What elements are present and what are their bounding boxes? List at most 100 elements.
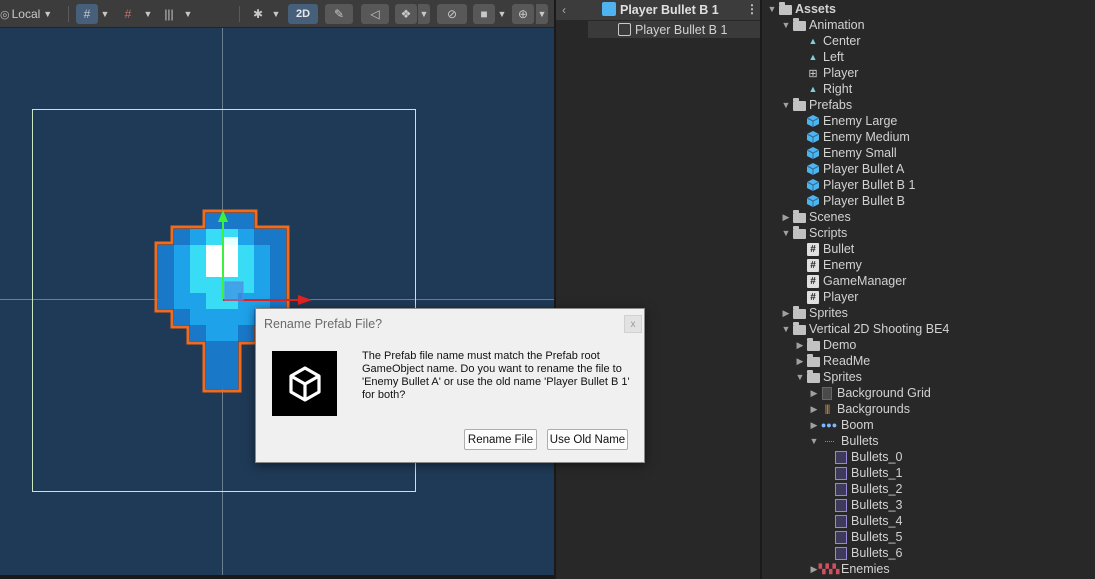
collapse-arrow-icon[interactable]: ▶ [794,340,806,351]
project-item[interactable]: ▼ ····· Bullets [808,433,879,449]
project-item[interactable]: Enemy Large [794,113,897,129]
project-item-label: Bullets_5 [851,530,903,544]
rename-prefab-dialog: Rename Prefab File? x The Prefab file na… [255,308,645,463]
light-bulb-icon: ✎ [333,7,345,21]
chevron-down-icon: ▼ [100,9,110,19]
project-item[interactable]: Bullets_6 [822,545,902,561]
more-menu-icon[interactable]: ⋮ [746,2,758,16]
project-item[interactable]: Enemy Medium [794,129,910,145]
pivot-rotation-label: Local [11,7,41,21]
project-item[interactable]: Bullets_5 [822,529,902,545]
expand-arrow-icon[interactable]: ▼ [780,324,792,334]
effects-dropdown[interactable]: ▼ [418,4,430,24]
project-item[interactable]: Enemy Small [794,145,897,161]
grid-snapping-dropdown[interactable]: ▼ [99,4,111,24]
snap-increment-icon: # [124,7,132,21]
project-item[interactable]: ▼ Assets [766,1,836,17]
gizmos-button[interactable]: ⊕ [512,4,534,24]
project-item[interactable]: ▶ Background Grid [808,385,931,401]
sprite-icon [834,498,848,512]
collapse-arrow-icon[interactable]: ▶ [808,404,820,415]
project-item[interactable]: Bullets_3 [822,497,902,513]
project-item[interactable]: Player Bullet B [794,193,905,209]
draw-mode-button[interactable]: ✱ [247,4,269,24]
collapse-arrow-icon[interactable]: ▶ [780,308,792,319]
project-item[interactable]: ▼ Vertical 2D Shooting BE4 [780,321,949,337]
project-item[interactable]: Player Bullet B 1 [794,177,915,193]
project-item[interactable]: ▶ ▚▚▚ Enemies [808,561,890,577]
hierarchy-root-item[interactable]: Player Bullet B 1 [588,21,760,38]
project-item[interactable]: Bullets_4 [822,513,902,529]
scene-visibility-toggle[interactable]: ⊘ [437,4,467,24]
expand-arrow-icon[interactable]: ▼ [780,228,792,238]
csharp-script-icon: # [806,274,820,288]
prefab-icon [806,162,820,176]
expand-arrow-icon[interactable]: ▼ [794,372,806,382]
expand-arrow-icon[interactable]: ▼ [808,436,820,446]
camera-icon: ■ [480,7,488,21]
project-item-label: Enemies [841,562,890,576]
collapse-arrow-icon[interactable]: ▶ [794,356,806,367]
grid-snapping-button[interactable]: # [76,4,98,24]
project-item[interactable]: ▶ ●●● Boom [808,417,874,433]
pivot-rotation-dropdown[interactable]: ◎ Local ▼ [0,4,56,24]
project-item[interactable]: Bullets_0 [822,449,902,465]
project-item[interactable]: ▶ Scenes [780,209,851,225]
close-button[interactable]: x [624,315,642,333]
increment-snap-dropdown[interactable]: ▼ [142,4,154,24]
animation-clip-icon: ▲ [808,52,818,62]
project-item[interactable]: ▲ Center [794,33,861,49]
camera-settings-dropdown[interactable]: ▼ [496,4,508,24]
dialog-title: Rename Prefab File? [264,317,383,331]
project-item-label: Player Bullet B [823,194,905,208]
use-old-name-button[interactable]: Use Old Name [547,429,628,450]
project-item-label: Boom [841,418,874,432]
lighting-toggle[interactable]: ✎ [325,4,353,24]
project-item[interactable]: ▲ Left [794,49,844,65]
camera-settings-button[interactable]: ■ [473,4,495,24]
project-item[interactable]: Bullets_1 [822,465,902,481]
gizmos-dropdown[interactable]: ▼ [536,4,548,24]
audio-toggle[interactable]: ◁ [361,4,389,24]
collapse-arrow-icon[interactable]: ▶ [780,212,792,223]
audio-mute-icon: ◁ [370,7,380,21]
expand-arrow-icon[interactable]: ▼ [780,100,792,110]
2d-mode-toggle[interactable]: 2D [288,4,318,24]
sprite-icon [834,514,848,528]
expand-arrow-icon[interactable]: ▼ [766,4,778,14]
project-item[interactable]: Bullets_2 [822,481,902,497]
increment-snap-button[interactable]: # [117,4,139,24]
project-item[interactable]: ▶ Demo [794,337,856,353]
draw-mode-dropdown[interactable]: ▼ [270,4,282,24]
project-item[interactable]: ▲ Right [794,81,853,97]
project-item[interactable]: # Bullet [794,241,854,257]
project-item[interactable]: ▶ Sprites [780,305,848,321]
project-item[interactable]: Player Bullet A [794,161,904,177]
expand-arrow-icon[interactable]: ▼ [780,20,792,30]
project-item[interactable]: # Player [794,289,858,305]
grid-visibility-button[interactable]: ||| [158,4,180,24]
project-item[interactable]: ▶ ||| Backgrounds [808,401,910,417]
project-item[interactable]: ▼ Scripts [780,225,847,241]
project-item[interactable]: ⊞ Player [794,65,858,81]
scene-view[interactable]: ◎ Local ▼ # ▼ # ▼ ||| ▼ ✱ ▼ 2D ✎ ◁ ❖ ▼ ⊘… [0,0,554,579]
project-item[interactable]: # GameManager [794,273,906,289]
rename-file-button[interactable]: Rename File [464,429,537,450]
project-item-label: Vertical 2D Shooting BE4 [809,322,950,336]
project-item-label: Bullets_3 [851,498,903,512]
animation-clip-icon: ▲ [808,84,818,94]
project-item[interactable]: ▼ Prefabs [780,97,852,113]
project-item[interactable]: # Enemy [794,257,862,273]
grid-visibility-dropdown[interactable]: ▼ [182,4,194,24]
project-item[interactable]: ▼ Sprites [794,369,862,385]
project-item[interactable]: ▶ ReadMe [794,353,870,369]
chevron-down-icon: ▼ [43,9,53,19]
project-item[interactable]: ▼ Animation [780,17,865,33]
move-gizmo[interactable] [212,208,322,308]
effects-toggle[interactable]: ❖ [395,4,417,24]
collapse-arrow-icon[interactable]: ▶ [808,420,820,431]
back-arrow-icon[interactable]: ‹ [562,3,566,17]
collapse-arrow-icon[interactable]: ▶ [808,388,820,399]
sprite-icon [834,530,848,544]
project-item-label: Bullets_4 [851,514,903,528]
